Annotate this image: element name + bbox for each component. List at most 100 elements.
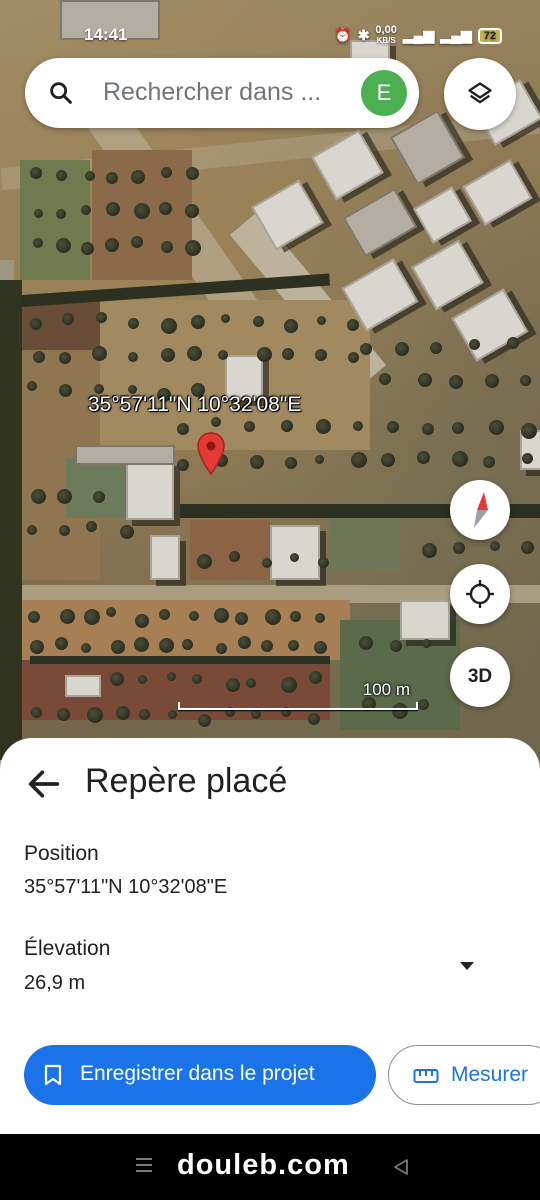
dropdown-arrow-icon[interactable] [458,960,476,972]
map-tree [418,373,432,387]
map-tree [161,348,175,362]
map-tree [290,611,301,622]
elevation-label: Élevation [24,937,111,960]
map-tree [282,348,294,360]
map-tree [189,611,199,621]
map-scale: 100 m [178,680,418,712]
map-tree [87,707,103,723]
map-tree [60,609,75,624]
map-tree [30,318,42,330]
map-tree [351,452,367,468]
nav-menu-icon[interactable] [134,1156,154,1174]
map-tree [490,541,500,551]
map-tree [449,375,463,389]
status-bar: 14:41 ⏰ ✱ 0,00 KB/S ▂▄▆ ▂▄▆ 72 [0,0,540,56]
map-tree [308,713,320,725]
map-tree [106,172,118,184]
measure-button[interactable]: Mesurer [388,1045,540,1105]
status-icons: ⏰ ✱ 0,00 KB/S ▂▄▆ ▂▄▆ 72 [334,25,502,46]
map-tree [93,491,105,503]
map-tree [221,314,230,323]
status-time: 14:41 [84,25,128,44]
map-tree [33,351,45,363]
map-tree [348,352,359,363]
map-tree [187,346,202,361]
battery-level: 72 [483,29,496,42]
compass-icon [474,492,488,528]
map-tree [285,457,297,469]
map-tree [452,451,468,467]
map-tree [56,238,71,253]
map-tree [111,640,125,654]
map-tree [315,349,327,361]
map-tree [86,521,97,532]
map-tree [281,420,293,432]
map-tree [161,318,177,334]
map-tree [131,236,143,248]
map-tree [59,525,70,536]
map-tree [417,451,430,464]
map-tree [33,238,43,248]
view-3d-button[interactable]: 3D [450,647,510,707]
map-tree [177,459,189,471]
map-tree [483,456,495,468]
nav-back-icon[interactable] [392,1158,410,1176]
map-tree [139,709,150,720]
map-tree [318,557,329,568]
map-tree [81,242,94,255]
position-value: 35°57'11"N 10°32'08"E [24,876,228,898]
my-location-button[interactable] [450,564,510,624]
map-tree [229,551,240,562]
search-icon [50,82,72,104]
search-placeholder[interactable]: Rechercher dans ... [103,78,321,107]
avatar[interactable]: E [361,70,407,116]
layers-button[interactable] [444,58,516,130]
save-button-label: Enregistrer dans le projet [80,1062,315,1085]
save-to-project-button[interactable]: Enregistrer dans le projet [24,1045,376,1105]
signal-4g-icon: ▂▄▆ [440,27,472,43]
map-tree [262,558,272,568]
network-speed: 0,00 KB/S [375,25,396,46]
map-tree [353,421,363,431]
map-tree [182,639,193,650]
map-tree [168,710,177,719]
map-tree [56,209,66,219]
network-speed-unit: KB/S [376,36,396,45]
map-tree [185,204,199,218]
map-tree [198,714,211,727]
map-tree [138,675,147,684]
placed-marker-sheet: Repère placé Position 35°57'11"N 10°32'0… [0,738,540,1134]
map-tree [211,417,221,427]
back-arrow-icon[interactable] [24,764,64,804]
map-tree [191,315,205,329]
map-tree [110,672,124,686]
map-tree [253,316,264,327]
battery-icon: 72 [477,27,502,44]
compass-button[interactable] [450,480,510,540]
search-bar[interactable]: Rechercher dans ... E [25,58,419,128]
map-tree [159,609,170,620]
location-pin-icon[interactable] [196,432,226,476]
system-nav-bar: douleb.com [0,1134,540,1200]
map-tree [116,706,130,720]
map-tree [520,375,531,386]
map-tree [81,205,91,215]
map-tree [387,421,399,433]
map-tree [106,202,120,216]
map-tree [31,489,46,504]
map-tree [422,423,434,435]
map-tree [390,640,402,652]
map-tree [28,611,40,623]
map-tree [55,637,68,650]
map-tree [134,637,149,652]
map-tree [120,525,134,539]
map-tree [381,453,395,467]
map-tree [161,167,172,178]
map-tree [185,240,201,256]
sheet-title: Repère placé [85,762,288,800]
map-tree [522,453,533,464]
map-tree [135,614,149,628]
map-tree [96,312,107,323]
map-tree [315,455,324,464]
map-tree [469,339,480,350]
